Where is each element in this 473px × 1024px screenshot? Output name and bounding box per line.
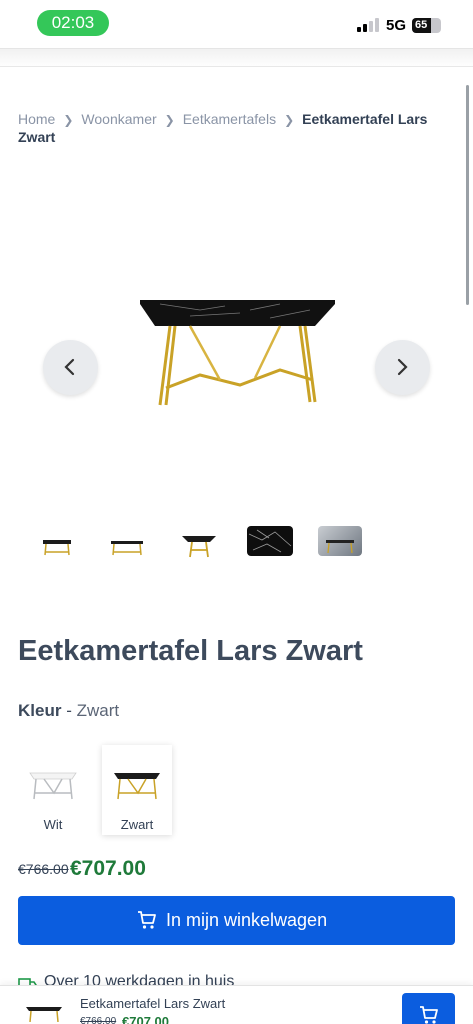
sticky-new-price: €707.00 xyxy=(122,1014,169,1024)
breadcrumb-eetkamertafels[interactable]: Eetkamertafels xyxy=(183,111,276,127)
white-table-image xyxy=(29,772,77,800)
chevron-right-icon: ❯ xyxy=(63,113,74,127)
header-divider xyxy=(0,66,473,67)
scrollbar[interactable] xyxy=(466,85,469,305)
color-label: Kleur xyxy=(18,701,62,720)
marble-texture-image xyxy=(248,529,292,553)
breadcrumb-home[interactable]: Home xyxy=(18,111,55,127)
chevron-right-icon: ❯ xyxy=(284,113,295,127)
sticky-cart-bar: Eetkamertafel Lars Zwart €766.00 €707.00 xyxy=(0,985,473,1024)
sticky-product-image xyxy=(26,1007,62,1022)
product-title: Eetkamertafel Lars Zwart xyxy=(18,635,363,667)
thumbnail-2[interactable] xyxy=(104,522,150,558)
gallery-next-button[interactable] xyxy=(375,340,430,395)
thumbnail-strip xyxy=(0,522,473,562)
sticky-cart-button[interactable] xyxy=(402,993,455,1024)
cart-icon xyxy=(420,1006,438,1024)
thumbnail-1[interactable] xyxy=(34,522,80,558)
network-label: 5G xyxy=(386,17,407,34)
swatch-wit[interactable]: Wit xyxy=(18,745,88,835)
status-bar: 02:03 5G 65 xyxy=(0,0,473,48)
cart-icon xyxy=(138,911,156,929)
color-value: Zwart xyxy=(76,701,120,720)
product-main-image[interactable] xyxy=(130,280,345,420)
battery-icon: 65 xyxy=(412,18,441,33)
chevron-right-icon: ❯ xyxy=(164,113,175,127)
gallery-prev-button[interactable] xyxy=(43,340,98,395)
breadcrumb-woonkamer[interactable]: Woonkamer xyxy=(81,111,156,127)
sticky-product-title: Eetkamertafel Lars Zwart xyxy=(80,996,226,1011)
header-bar xyxy=(0,48,473,68)
thumbnail-3[interactable] xyxy=(176,522,222,558)
swatch-zwart[interactable]: Zwart xyxy=(102,745,172,835)
old-price: €766.00 xyxy=(18,861,69,877)
status-time: 02:03 xyxy=(37,10,109,36)
sticky-old-price: €766.00 xyxy=(80,1016,117,1024)
battery-percent: 65 xyxy=(415,19,428,31)
color-separator: - xyxy=(66,701,72,720)
chevron-right-icon xyxy=(397,358,408,376)
black-table-image xyxy=(114,773,160,800)
add-to-cart-label: In mijn winkelwagen xyxy=(166,910,328,930)
swatch-label-zwart: Zwart xyxy=(120,817,154,832)
breadcrumb: Home ❯ Woonkamer ❯ Eetkamertafels ❯ Eetkamerta… xyxy=(18,111,438,146)
add-to-cart-button[interactable]: In mijn winkelwagen xyxy=(18,896,455,945)
signal-icon xyxy=(357,18,379,32)
thumbnail-5[interactable] xyxy=(318,526,362,556)
new-price: €707.00 xyxy=(70,857,146,880)
room-photo-image xyxy=(326,540,354,554)
thumbnail-4[interactable] xyxy=(247,526,293,556)
swatch-label-wit: Wit xyxy=(43,817,63,832)
color-selector-label: Kleur - Zwart xyxy=(18,701,119,721)
chevron-left-icon xyxy=(64,358,75,376)
